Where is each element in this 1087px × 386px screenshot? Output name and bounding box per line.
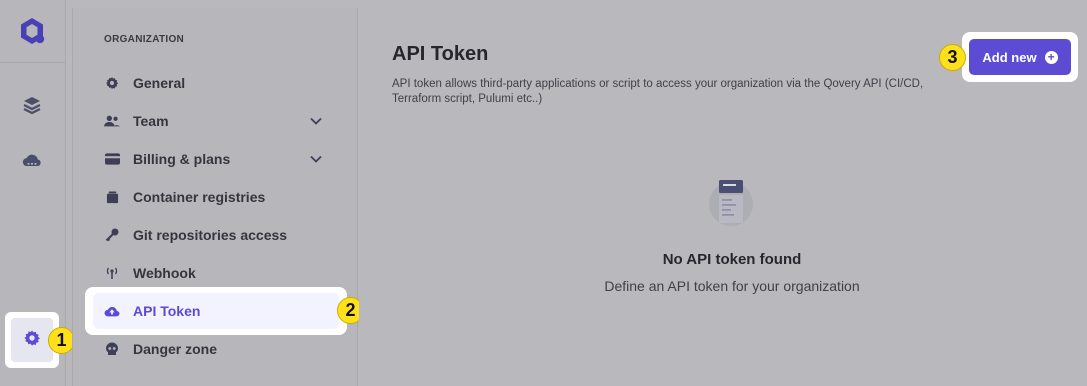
settings-rail-button-inner[interactable] [11, 318, 53, 362]
settings-nav: ORGANIZATION General Team Billing & plan… [72, 8, 358, 386]
cloud-icon[interactable] [21, 150, 43, 172]
nav-item-label: Billing & plans [133, 151, 231, 167]
empty-state-illustration [704, 176, 758, 226]
nav-item-api-token-active[interactable]: API Token [93, 293, 339, 329]
layers-icon[interactable] [21, 94, 43, 116]
nav-item-label: Webhook [133, 265, 196, 281]
qovery-logo[interactable] [17, 16, 47, 46]
chevron-down-icon[interactable] [309, 114, 323, 128]
users-icon [104, 113, 120, 129]
page-title: API Token [392, 43, 489, 65]
nav-item-container-registries[interactable]: Container registries [93, 180, 341, 214]
box-icon [104, 189, 120, 205]
nav-item-label: Team [133, 113, 169, 129]
nav-item-label: General [133, 75, 186, 91]
nav-item-label: API Token [133, 303, 201, 319]
add-new-label: Add new [982, 49, 1037, 65]
broadcast-icon [104, 265, 120, 281]
skull-icon [104, 341, 120, 357]
nav-item-label: Danger zone [133, 341, 218, 357]
page-description: API token allows third-party application… [392, 78, 924, 105]
add-new-button-highlight: Add new + [962, 32, 1078, 82]
empty-state-subtitle: Define an API token for your organizatio… [604, 278, 860, 294]
nav-item-team[interactable]: Team [93, 104, 341, 138]
empty-state-title: No API token found [662, 251, 802, 268]
nav-item-webhook[interactable]: Webhook [93, 256, 341, 290]
step-badge-3: 3 [939, 44, 966, 71]
gear-icon [104, 75, 120, 91]
nav-item-label: Git repositories access [133, 227, 288, 243]
nav-item-api-token[interactable]: API Token [85, 287, 347, 335]
gear-icon [23, 329, 41, 352]
nav-item-danger-zone[interactable]: Danger zone [93, 332, 341, 366]
rail-divider [0, 62, 66, 63]
nav-item-general[interactable]: General [93, 66, 341, 100]
nav-item-git-repositories[interactable]: Git repositories access [93, 218, 341, 252]
add-new-button[interactable]: Add new + [969, 39, 1071, 75]
key-icon [104, 227, 120, 243]
plus-circle-icon: + [1044, 50, 1058, 64]
nav-section-title: ORGANIZATION [104, 34, 185, 45]
main-content: API Token API token allows third-party a… [359, 8, 1087, 386]
credit-card-icon [104, 151, 120, 167]
cloud-upload-icon [104, 303, 120, 319]
nav-item-label: Container registries [133, 189, 266, 205]
nav-item-billing[interactable]: Billing & plans [93, 142, 341, 176]
step-badge-1: 1 [48, 327, 75, 354]
chevron-down-icon[interactable] [309, 152, 323, 166]
